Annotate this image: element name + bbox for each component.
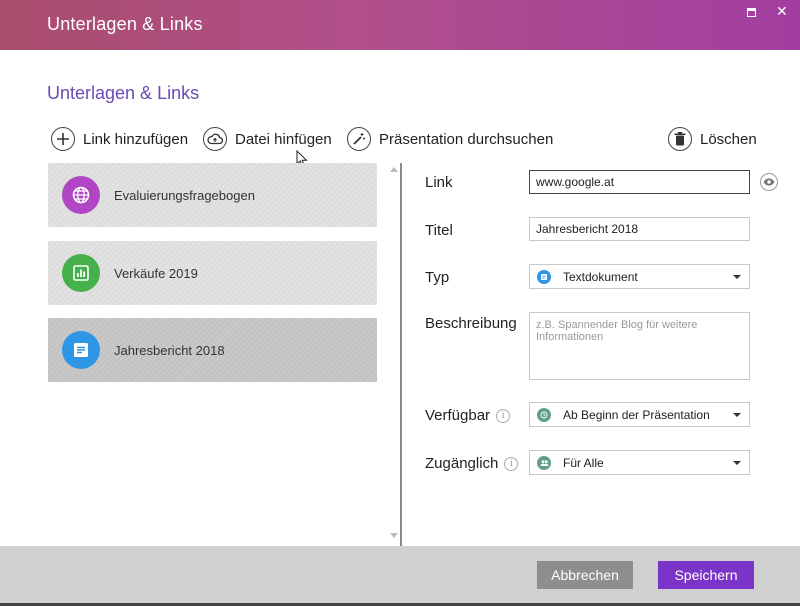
access-select[interactable]: Für Alle	[529, 450, 750, 475]
add-link-label: Link hinzufügen	[83, 130, 189, 148]
access-label-text: Zugänglich	[425, 455, 499, 472]
access-select-value: Für Alle	[563, 455, 604, 470]
type-select[interactable]: Textdokument	[529, 264, 750, 289]
search-presentation-button[interactable]: Präsentation durchsuchen	[347, 126, 553, 152]
scroll-down-icon[interactable]	[390, 533, 398, 538]
title-input[interactable]	[529, 217, 750, 241]
link-input[interactable]	[529, 170, 750, 194]
search-presentation-label: Präsentation durchsuchen	[379, 130, 554, 148]
delete-label: Löschen	[700, 130, 757, 148]
type-select-value: Textdokument	[563, 269, 638, 284]
list-item-jahresbericht-2018[interactable]: Jahresbericht 2018	[48, 318, 377, 382]
panel-divider	[400, 163, 402, 546]
list-item-evaluierungsfragebogen[interactable]: Evaluierungsfragebogen	[48, 163, 377, 227]
link-label: Link	[425, 174, 453, 191]
available-label-text: Verfügbar	[425, 407, 491, 424]
access-label: Zugänglich i	[425, 455, 519, 472]
clock-icon	[537, 407, 551, 422]
available-select-value: Ab Beginn der Präsentation	[563, 407, 710, 422]
document-icon	[537, 269, 551, 284]
globe-icon	[62, 176, 100, 214]
eye-icon[interactable]	[760, 173, 778, 191]
description-label: Beschreibung	[425, 315, 517, 332]
add-file-label: Datei hinfügen	[235, 130, 332, 148]
add-link-button[interactable]: Link hinzufügen	[51, 126, 188, 152]
maximize-icon[interactable]	[747, 8, 756, 17]
bar-chart-icon	[62, 254, 100, 292]
window-title: Unterlagen & Links	[47, 14, 203, 34]
plus-icon	[51, 127, 75, 151]
available-select[interactable]: Ab Beginn der Präsentation	[529, 402, 750, 427]
chevron-down-icon	[733, 461, 741, 465]
cancel-button[interactable]: Abbrechen	[537, 561, 633, 589]
group-icon	[537, 455, 551, 470]
list-item-label: Verkäufe 2019	[114, 265, 198, 281]
close-icon[interactable]: ✕	[776, 4, 788, 18]
title-bar: Unterlagen & Links ✕	[0, 0, 800, 50]
chevron-down-icon	[733, 413, 741, 417]
list-item-label: Evaluierungsfragebogen	[114, 187, 255, 203]
chevron-down-icon	[733, 275, 741, 279]
add-file-button[interactable]: Datei hinfügen	[203, 126, 332, 152]
scroll-up-icon[interactable]	[390, 167, 398, 172]
trash-icon	[668, 127, 692, 151]
title-label: Titel	[425, 222, 453, 239]
list-scrollbar[interactable]	[387, 163, 399, 546]
dialog-footer: Abbrechen Speichern	[0, 546, 800, 606]
document-icon	[62, 331, 100, 369]
description-textarea[interactable]	[529, 312, 750, 380]
magic-wand-icon	[347, 127, 371, 151]
save-button[interactable]: Speichern	[658, 561, 754, 589]
available-label: Verfügbar i	[425, 407, 511, 424]
info-icon[interactable]: i	[504, 456, 519, 471]
page-title: Unterlagen & Links	[47, 83, 200, 103]
list-item-label: Jahresbericht 2018	[114, 342, 225, 358]
type-label: Typ	[425, 269, 450, 286]
delete-button[interactable]: Löschen	[668, 126, 757, 152]
list-item-verkaeufe-2019[interactable]: Verkäufe 2019	[48, 241, 377, 305]
info-icon[interactable]: i	[496, 408, 511, 423]
cloud-upload-icon	[203, 127, 227, 151]
